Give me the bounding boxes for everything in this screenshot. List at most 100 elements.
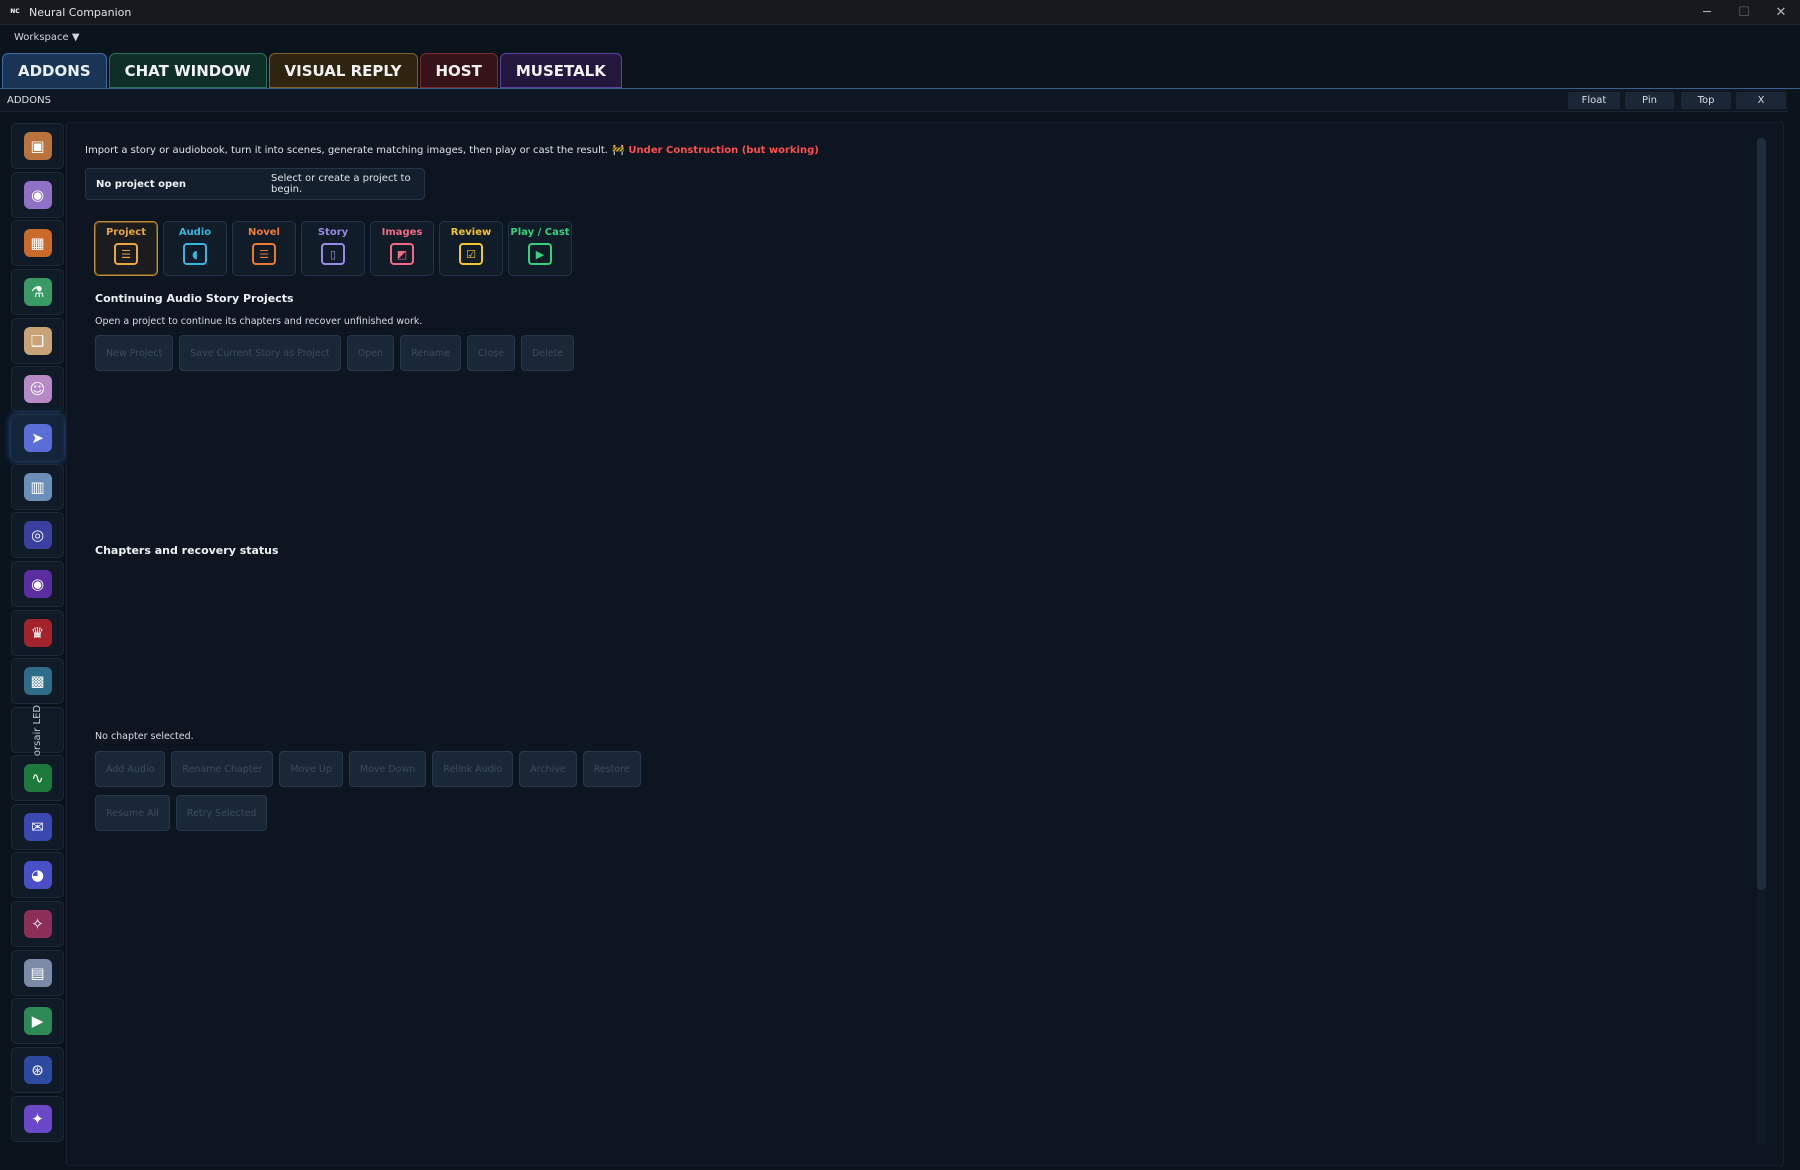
chapter-archivebutton[interactable]: Archive <box>519 751 577 787</box>
continuing-projects-subtitle: Open a project to continue its chapters … <box>95 316 423 327</box>
sidebar-item-chat-bubbles[interactable]: ✉ <box>11 804 64 850</box>
addon-sidebar: ▣ ◉ ▦ ⚗ ❑ ☺ ➤ ▥ ◎ ◉ ♛ ▩ ∿ ✉ ◕ ✧ ▤ ▶ ⊛ ✦ orsair LED <box>11 123 64 1168</box>
avatar-cursor-icon: ➤ <box>23 424 52 452</box>
step-label: Play / Cast <box>510 227 570 238</box>
chapter-move-downbutton[interactable]: Move Down <box>348 751 427 787</box>
step-label: Novel <box>248 227 280 238</box>
sidebar-item-discord[interactable]: ◕ <box>11 852 64 898</box>
intro-text: Import a story or audiobook, turn it int… <box>85 145 608 156</box>
discord-icon: ◕ <box>23 861 52 889</box>
minimize-button[interactable]: ─ <box>1688 0 1726 25</box>
step-label: Story <box>317 227 349 238</box>
continuing-projects-title: Continuing Audio Story Projects <box>95 292 294 305</box>
sidebar-item-robot-head[interactable]: ⊛ <box>11 1047 64 1093</box>
dashboard-icon: ▥ <box>23 473 52 501</box>
chapter-move-upbutton[interactable]: Move Up <box>279 751 343 787</box>
sidebar-item-red-mask[interactable]: ♛ <box>11 610 64 656</box>
image-icon: ◩ <box>390 243 414 265</box>
step-review[interactable]: Review ☑ <box>439 221 503 276</box>
sidebar-item-waveform[interactable]: ∿ <box>11 755 64 801</box>
sidebar-item-lab-flask[interactable]: ⚗ <box>11 269 64 315</box>
sidebar-item-open-book[interactable]: ❑ <box>11 318 64 364</box>
landscape-image-icon: ▩ <box>23 667 52 695</box>
chapter-actions: Add Audio Rename Chapter Move Up Move Down R… <box>95 751 641 787</box>
tab-addons[interactable]: ADDONS <box>2 53 107 89</box>
face-icon: ☺ <box>23 375 52 403</box>
sidebar-item-pink-noise[interactable]: ✧ <box>11 901 64 947</box>
step-label: Review <box>450 227 492 238</box>
panel-header-label: ADDONS <box>7 94 51 106</box>
sidebar-item-storyboard[interactable]: ▣ <box>11 123 64 169</box>
workflow-steps: Project ☰ Audio ◖ Novel ☰ Story ▯ Images ◩ Review ☑… <box>94 221 572 276</box>
sidebar-item-orbit[interactable]: ◉ <box>11 561 64 607</box>
chapter-resume-allbutton[interactable]: Resume All <box>95 795 170 831</box>
tab-musetalk[interactable]: MUSETALK <box>499 53 622 88</box>
play-circle-icon: ▶ <box>23 1007 52 1035</box>
workspace-menu[interactable]: Workspace ▼ <box>14 32 80 43</box>
red-mask-icon: ♛ <box>23 619 52 647</box>
step-images[interactable]: Images ◩ <box>370 221 434 276</box>
open-book-icon: ❑ <box>23 327 52 355</box>
brain-icon: ◉ <box>23 181 52 209</box>
chapter-restorebutton[interactable]: Restore <box>582 751 641 787</box>
sidebar-item-keyboard[interactable]: ▤ <box>11 950 64 996</box>
step-novel[interactable]: Novel ☰ <box>232 221 296 276</box>
play-icon: ▶ <box>528 243 552 265</box>
orbit-icon: ◉ <box>23 570 52 598</box>
app-logo-icon: NC <box>10 8 20 15</box>
storyboard-icon: ▣ <box>23 132 52 160</box>
sidebar-item-corsair-led[interactable]: orsair LED <box>11 704 64 756</box>
step-play-cast[interactable]: Play / Cast ▶ <box>508 221 572 276</box>
waveform-icon: ∿ <box>23 764 52 792</box>
pin-button[interactable]: Pin <box>1625 92 1674 109</box>
chapters-title: Chapters and recovery status <box>95 544 279 557</box>
chapter-status: No chapter selected. <box>95 731 194 742</box>
tab-chat-window[interactable]: CHAT WINDOW <box>108 53 267 88</box>
project-icon: ☰ <box>114 243 138 265</box>
sidebar-item-target[interactable]: ◎ <box>11 512 64 558</box>
scrollbar-thumb[interactable] <box>1757 138 1766 890</box>
content-panel <box>66 122 1784 1166</box>
close-window-button[interactable]: ✕ <box>1762 0 1800 25</box>
window-title: Neural Companion <box>29 5 132 19</box>
magic-sparkle-icon: ✦ <box>23 1105 52 1133</box>
sidebar-item-landscape-image[interactable]: ▩ <box>11 658 64 704</box>
project-renamebutton[interactable]: Rename <box>400 335 462 371</box>
target-icon: ◎ <box>23 521 52 549</box>
step-project[interactable]: Project ☰ <box>94 221 158 276</box>
sidebar-item-grid-app[interactable]: ▦ <box>11 220 64 266</box>
project-deletebutton[interactable]: Delete <box>520 335 575 371</box>
project-save-current-story-as-projectbutton[interactable]: Save Current Story as Project <box>179 335 341 371</box>
chapter-add-audiobutton[interactable]: Add Audio <box>95 751 166 787</box>
project-openbutton[interactable]: Open <box>346 335 395 371</box>
close-panel-button[interactable]: X <box>1736 92 1786 109</box>
maximize-button[interactable]: ☐ <box>1725 0 1763 25</box>
sidebar-item-dashboard[interactable]: ▥ <box>11 464 64 510</box>
keyboard-icon: ▤ <box>23 959 52 987</box>
sidebar-item-avatar-cursor[interactable]: ➤ <box>11 415 64 461</box>
sidebar-item-magic-sparkle[interactable]: ✦ <box>11 1096 64 1142</box>
novel-icon: ☰ <box>252 243 276 265</box>
sidebar-item-play-circle[interactable]: ▶ <box>11 998 64 1044</box>
project-new-projectbutton[interactable]: New Project <box>95 335 174 371</box>
book-icon: ▯ <box>321 243 345 265</box>
float-button[interactable]: Float <box>1568 92 1620 109</box>
checklist-icon: ☑ <box>459 243 483 265</box>
step-story[interactable]: Story ▯ <box>301 221 365 276</box>
tab-visual-reply[interactable]: VISUAL REPLY <box>268 53 418 88</box>
project-status-title: No project open <box>96 178 187 190</box>
tab-host[interactable]: HOST <box>419 53 498 88</box>
step-audio[interactable]: Audio ◖ <box>163 221 227 276</box>
chapter-retry-selectedbutton[interactable]: Retry Selected <box>175 795 268 831</box>
step-label: Project <box>105 227 147 238</box>
pink-noise-icon: ✧ <box>23 910 52 938</box>
chat-bubbles-icon: ✉ <box>23 813 52 841</box>
robot-head-icon: ⊛ <box>23 1056 52 1084</box>
construction-icon: 🚧 <box>611 145 625 156</box>
project-closebutton[interactable]: Close <box>467 335 515 371</box>
chapter-relink-audiobutton[interactable]: Relink Audio <box>432 751 514 787</box>
sidebar-item-face[interactable]: ☺ <box>11 366 64 412</box>
chapter-rename-chapterbutton[interactable]: Rename Chapter <box>171 751 274 787</box>
sidebar-item-brain[interactable]: ◉ <box>11 172 64 218</box>
top-button[interactable]: Top <box>1681 92 1731 109</box>
